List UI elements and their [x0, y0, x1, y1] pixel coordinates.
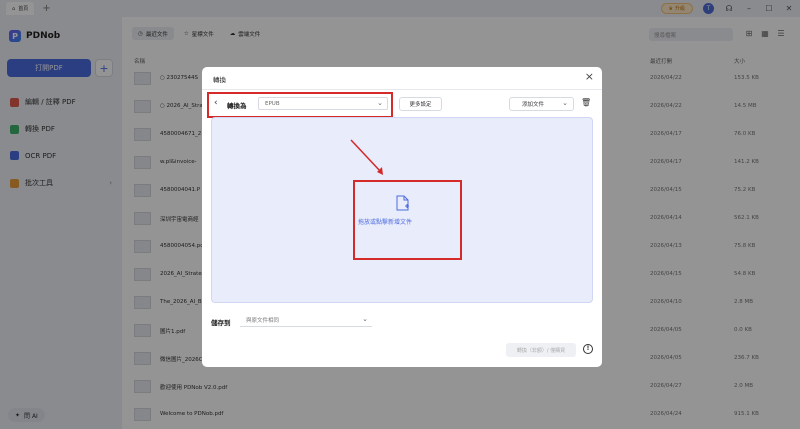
back-arrow-icon[interactable]: ‹	[214, 98, 218, 108]
chevron-down-icon: ⌄	[562, 99, 568, 107]
convert-button[interactable]: 轉換（非額）/ 僅購買	[506, 343, 576, 357]
chevron-down-icon: ⌄	[362, 315, 368, 323]
add-file-label: 添加文件	[522, 102, 545, 108]
close-icon[interactable]: ×	[585, 70, 594, 83]
convert-dialog: 轉換 × ‹ 轉換為 EPUB ⌄ 更多設定 添加文件 ⌄ 🗑 拖放或點擊新增文…	[202, 67, 602, 367]
format-select[interactable]: EPUB ⌄	[258, 97, 388, 110]
chevron-down-icon: ⌄	[377, 99, 383, 107]
convert-to-label: 轉換為	[227, 102, 247, 110]
dialog-title: 轉換	[213, 76, 226, 84]
drop-hint[interactable]: 拖放或點擊新增文件	[358, 217, 412, 226]
add-file-button[interactable]: 添加文件 ⌄	[509, 97, 574, 111]
add-file-icon	[396, 195, 409, 211]
info-icon[interactable]: !	[583, 344, 593, 354]
save-to-label: 儲存到	[211, 319, 231, 327]
red-arrow-annotation	[350, 139, 383, 175]
save-to-select[interactable]: 與原文件相同 ⌄	[240, 314, 372, 327]
more-settings-button[interactable]: 更多設定	[399, 97, 442, 111]
save-to-value: 與原文件相同	[246, 318, 280, 324]
dialog-divider	[202, 89, 602, 90]
format-value: EPUB	[265, 100, 280, 107]
trash-icon[interactable]: 🗑	[581, 98, 591, 107]
